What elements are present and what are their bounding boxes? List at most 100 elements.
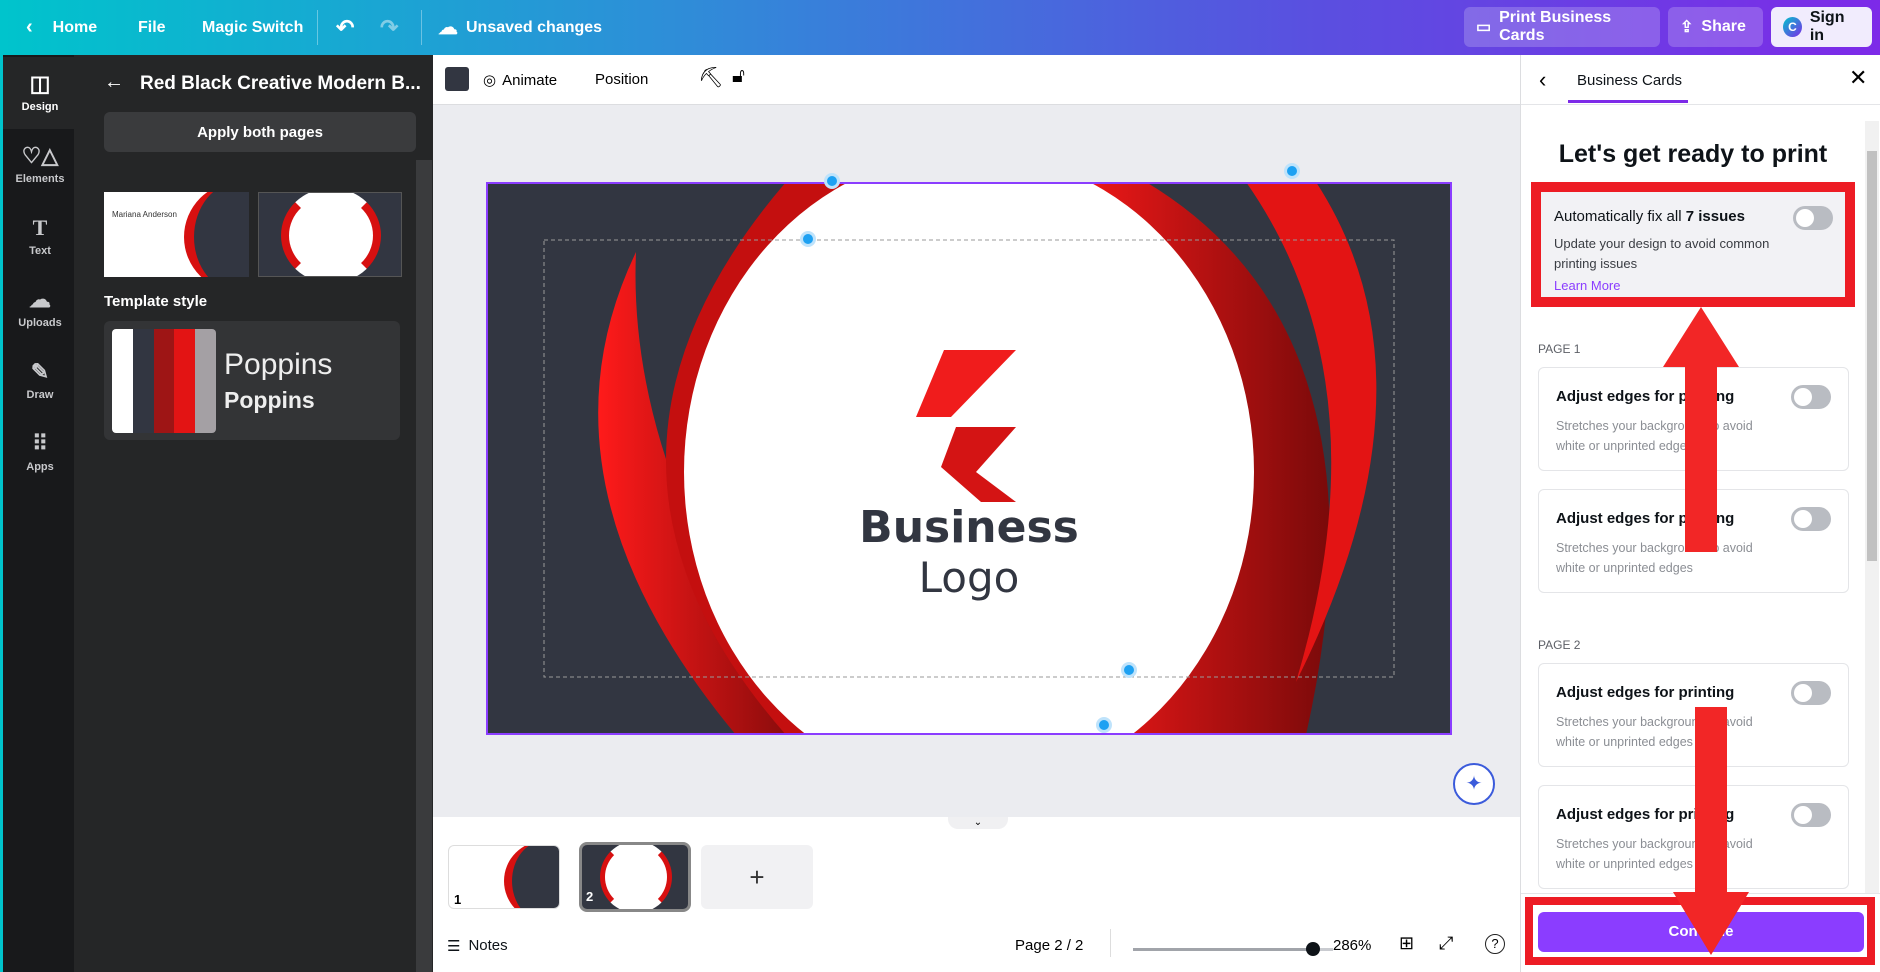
paint-roller-icon[interactable]: ⛏ <box>698 65 723 90</box>
animate-label: Animate <box>502 71 558 89</box>
business-card-page-2[interactable]: Business Logo <box>486 182 1452 735</box>
color-palette <box>112 329 216 433</box>
issue-count: 7 issues <box>1685 208 1745 225</box>
home-label: Home <box>52 18 98 36</box>
palette-swatch <box>153 329 175 433</box>
notes-button[interactable]: ☰ Notes <box>447 937 508 955</box>
page-number: 1 <box>454 892 462 907</box>
page-thumb-1[interactable]: 1 <box>448 845 560 909</box>
top-bar: ‹ Home File Magic Switch ↶ ↷ ☁ Unsaved cha… <box>0 0 1880 55</box>
template-title: Red Black Creative Modern B... <box>140 73 421 94</box>
sign-in-button[interactable]: C Sign in <box>1771 7 1872 47</box>
file-menu[interactable]: File <box>138 0 166 55</box>
autofix-desc: Update your design to avoid common print… <box>1554 236 1770 271</box>
position-button[interactable]: Position <box>595 65 648 95</box>
close-icon[interactable]: ✕ <box>1849 65 1867 91</box>
learn-more-link[interactable]: Learn More <box>1554 278 1620 293</box>
back-arrow-icon[interactable]: ← <box>104 71 124 94</box>
palette-swatch <box>112 329 133 433</box>
rail-apps[interactable]: ⠿ Apps <box>3 417 77 489</box>
share-button[interactable]: ⇪ Share <box>1668 7 1763 47</box>
color-swatch[interactable] <box>445 67 469 91</box>
adjust-edges-toggle[interactable] <box>1791 681 1831 705</box>
design-panel: ← Red Black Creative Modern B... Apply b… <box>74 55 445 972</box>
palette-swatch <box>195 329 216 433</box>
selection-handle[interactable] <box>800 231 816 247</box>
canvas-area: Business Logo ✦ <box>433 105 1520 817</box>
undo-icon[interactable]: ↶ <box>336 0 354 55</box>
status-text: Unsaved changes <box>466 18 603 36</box>
fullscreen-icon[interactable]: ⤢ <box>1439 933 1453 954</box>
animate-button[interactable]: ◎ Animate <box>483 65 557 95</box>
lock-icon[interactable]: 🔓︎ <box>732 65 745 88</box>
rail-label: Uploads <box>18 317 62 329</box>
rail-text[interactable]: T Text <box>3 201 77 273</box>
panel-heading: Let's get ready to print <box>1558 140 1828 168</box>
page-number: 2 <box>586 889 594 904</box>
rail-elements[interactable]: ♡△ Elements <box>3 129 77 201</box>
adjust-edges-toggle[interactable] <box>1791 803 1831 827</box>
font-bold: Poppins <box>224 387 315 413</box>
apply-both-pages-button[interactable]: Apply both pages <box>104 112 416 152</box>
selection-handle[interactable] <box>1096 717 1112 733</box>
magic-switch-button[interactable]: Magic Switch <box>202 0 303 55</box>
palette-swatch <box>174 329 196 433</box>
pen-icon: ✎ <box>30 359 50 384</box>
upload-cloud-icon: ☁ <box>29 287 51 312</box>
notes-icon: ☰ <box>447 938 461 955</box>
thumb-name: Mariana Anderson <box>112 210 177 219</box>
print-label: Print Business Cards <box>1499 9 1612 44</box>
zoom-slider-handle[interactable] <box>1306 942 1320 956</box>
autofix-toggle[interactable] <box>1793 206 1833 230</box>
page-2-preview[interactable] <box>258 192 402 277</box>
rail-design[interactable]: ◫ Design <box>3 57 77 129</box>
font-regular: Poppins <box>224 348 333 381</box>
page-2-label: PAGE 2 <box>1538 638 1581 652</box>
side-rail: ◫ Design ♡△ Elements T Text ☁ Uploads ✎ Draw … <box>0 55 77 972</box>
card-title: Adjust edges for printing <box>1556 684 1735 701</box>
redo-icon[interactable]: ↷ <box>380 0 398 55</box>
autofix-label: Automatically fix all <box>1554 208 1686 225</box>
zoom-level[interactable]: 286% <box>1333 937 1371 954</box>
template-style-card[interactable]: Poppins Poppins <box>104 321 400 440</box>
selection-handle[interactable] <box>1284 163 1300 179</box>
page-1-label: PAGE 1 <box>1538 342 1581 356</box>
apps-grid-icon: ⠿ <box>31 431 49 456</box>
selection-handle[interactable] <box>1121 662 1137 678</box>
share-label: Share <box>1701 18 1746 35</box>
rail-label: Elements <box>15 173 65 185</box>
grid-view-icon[interactable]: ⊞ <box>1399 933 1414 954</box>
expand-chevron-icon[interactable]: ⌄ <box>948 817 1008 829</box>
panel-scrollbar[interactable] <box>416 160 432 972</box>
editor-toolbar: ◎ Animate Position ⛏ 🔓︎ <box>433 55 1520 105</box>
page-filmstrip: ⌄ 1 2 + ☰ Notes Page 2 / 2 286% ⊞ ⤢ ? <box>433 817 1520 972</box>
red-arrow-up <box>1663 307 1739 552</box>
shapes-icon: ♡△ <box>21 143 59 168</box>
autofix-card[interactable]: Automatically fix all 7 issues Update yo… <box>1541 192 1845 297</box>
help-icon[interactable]: ? <box>1485 934 1505 954</box>
page-thumb-2[interactable]: 2 <box>579 842 691 912</box>
rail-label: Design <box>21 101 59 113</box>
tab-business-cards[interactable]: Business Cards <box>1577 72 1682 89</box>
zoom-slider[interactable] <box>1133 942 1333 956</box>
print-panel: ‹ Business Cards ✕ Let's get ready to pr… <box>1520 55 1880 972</box>
adjust-edges-toggle[interactable] <box>1791 507 1831 531</box>
template-style-heading: Template style <box>104 293 208 310</box>
rail-draw[interactable]: ✎ Draw <box>3 345 77 417</box>
print-business-cards-button[interactable]: ▭ Print Business Cards <box>1464 7 1660 47</box>
add-page-button[interactable]: + <box>701 845 813 909</box>
rail-uploads[interactable]: ☁ Uploads <box>3 273 77 345</box>
page-1-preview[interactable]: Mariana Anderson <box>104 192 249 277</box>
home-button[interactable]: ‹ Home <box>26 0 97 55</box>
back-chevron-icon[interactable]: ‹ <box>1539 67 1546 93</box>
animate-icon: ◎ <box>483 72 497 89</box>
card-icon: ▭ <box>1476 19 1492 36</box>
panel-scrollbar[interactable] <box>1865 121 1879 921</box>
red-arrow-down <box>1673 707 1749 955</box>
selection-handle[interactable] <box>824 173 840 189</box>
rail-label: Draw <box>26 389 54 401</box>
brand-line-2: Logo <box>919 553 1020 602</box>
adjust-edges-toggle[interactable] <box>1791 385 1831 409</box>
text-icon: T <box>32 215 48 240</box>
magic-assistant-button[interactable]: ✦ <box>1453 763 1495 805</box>
